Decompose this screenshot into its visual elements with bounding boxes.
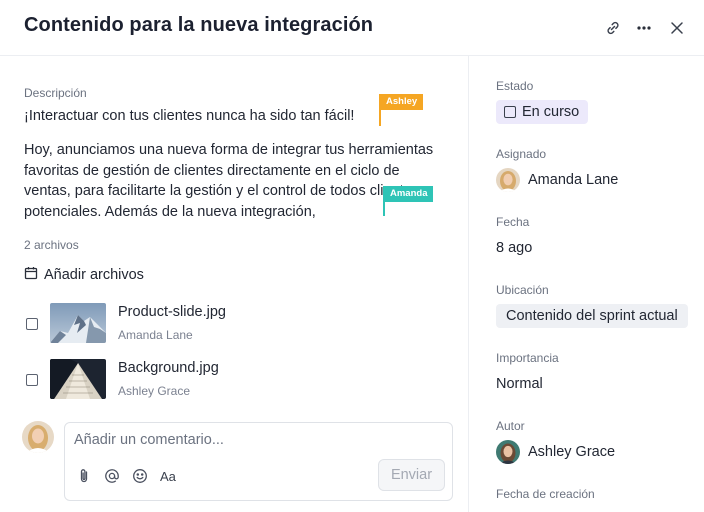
assignee-name: Amanda Lane	[528, 172, 619, 188]
author-label: Autor	[496, 419, 525, 433]
collaborator-tag-ashley: Ashley	[380, 94, 424, 110]
details-sidebar: Estado En curso Asignado Amanda Lane Fec…	[469, 56, 704, 512]
main-panel: Descripción ¡Interactuar con tus cliente…	[0, 56, 468, 512]
assignee-label: Asignado	[496, 147, 547, 161]
date-label: Fecha	[496, 215, 530, 229]
file-name[interactable]: Product-slide.jpg	[118, 304, 226, 320]
attach-icon[interactable]	[78, 467, 90, 485]
location-badge[interactable]: Contenido del sprint actual	[496, 304, 688, 328]
priority-label: Importancia	[496, 351, 559, 365]
collaborator-tag-amanda: Amanda	[384, 186, 434, 202]
author-field[interactable]: Ashley Grace	[496, 440, 615, 464]
file-checkbox[interactable]	[26, 318, 38, 330]
status-label: Estado	[496, 79, 534, 93]
calendar-icon	[24, 266, 38, 284]
close-icon[interactable]	[667, 18, 687, 38]
file-item[interactable]: Background.jpg Ashley Grace	[24, 359, 444, 403]
avatar	[22, 421, 54, 453]
add-files-label: Añadir archivos	[44, 267, 144, 283]
avatar	[496, 168, 520, 192]
file-thumbnail-building	[50, 359, 106, 399]
description-paragraph-2[interactable]: Hoy, anunciamos una nueva forma de integ…	[24, 140, 449, 222]
comment-input[interactable]	[74, 429, 434, 451]
header: Contenido para la nueva integración	[0, 0, 704, 56]
location-label: Ubicación	[496, 283, 549, 297]
more-icon[interactable]	[634, 18, 654, 38]
assignee-field[interactable]: Amanda Lane	[496, 168, 618, 192]
description-label: Descripción	[24, 86, 87, 100]
date-value[interactable]: 8 ago	[496, 240, 532, 256]
file-thumbnail-mountain	[50, 303, 106, 343]
page-title: Contenido para la nueva integración	[24, 14, 374, 36]
emoji-icon[interactable]	[132, 467, 148, 485]
mention-icon[interactable]	[104, 467, 120, 485]
file-name[interactable]: Background.jpg	[118, 360, 219, 376]
send-button[interactable]: Enviar	[378, 459, 445, 491]
author-name: Ashley Grace	[528, 444, 616, 460]
status-value: En curso	[522, 104, 580, 120]
status-checkbox-icon	[504, 106, 516, 118]
status-badge[interactable]: En curso	[496, 100, 589, 124]
file-checkbox[interactable]	[26, 374, 38, 386]
text-format-button[interactable]: Aa	[160, 467, 176, 485]
link-icon[interactable]	[603, 18, 623, 38]
created-label: Fecha de creación	[496, 487, 595, 501]
priority-value[interactable]: Normal	[496, 376, 543, 392]
description-paragraph-1[interactable]: ¡Interactuar con tus clientes nunca ha s…	[24, 108, 354, 124]
add-files-button[interactable]: Añadir archivos	[24, 266, 144, 284]
file-owner: Amanda Lane	[118, 328, 193, 342]
file-owner: Ashley Grace	[118, 384, 191, 398]
file-item[interactable]: Product-slide.jpg Amanda Lane	[24, 303, 444, 347]
avatar	[496, 440, 520, 464]
comment-box: Aa Enviar	[64, 422, 453, 501]
files-count: 2 archivos	[24, 238, 79, 252]
